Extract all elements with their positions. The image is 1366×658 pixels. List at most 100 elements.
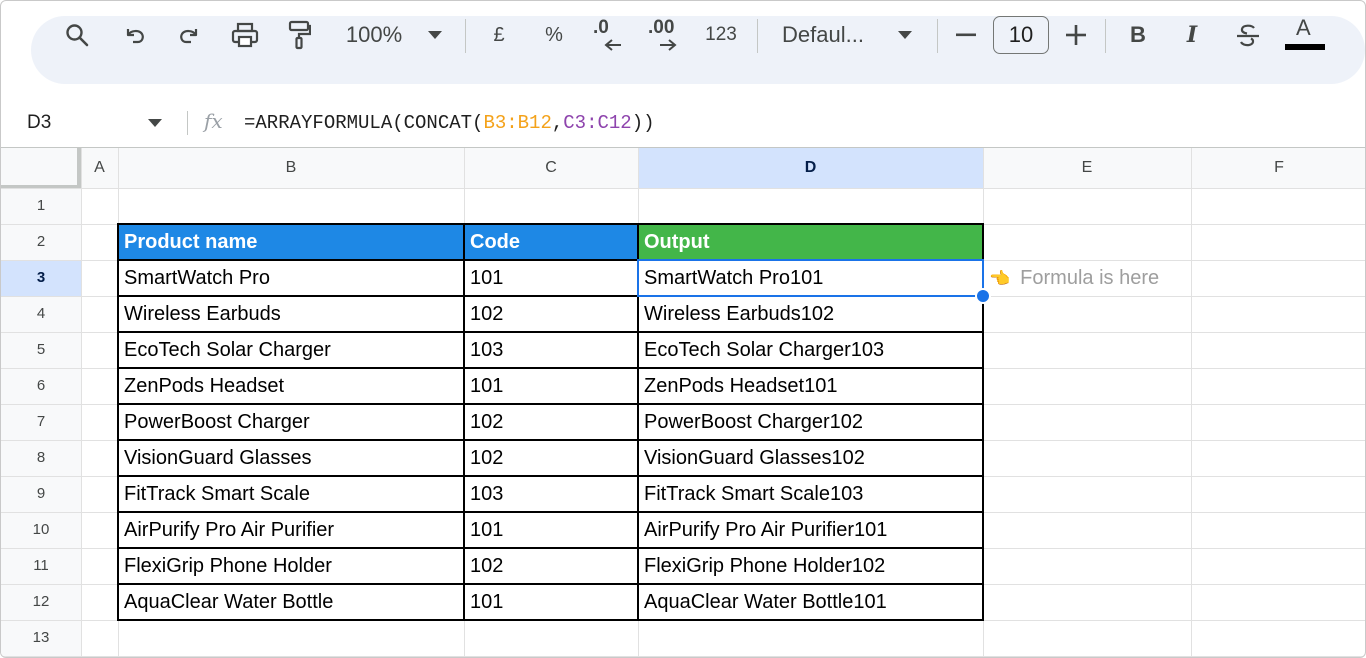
table-cell-output[interactable]: VisionGuard Glasses102 [638,440,983,476]
redo-icon[interactable] [173,1,205,69]
table-cell-code[interactable]: 103 [464,332,638,368]
table-cell-code[interactable]: 102 [464,296,638,332]
row-header-6[interactable]: 6 [1,368,81,404]
table-border-horizontal [117,619,984,621]
table-header-output[interactable]: Output [638,224,983,260]
table-cell-output[interactable]: EcoTech Solar Charger103 [638,332,983,368]
increase-decimals-label: .00 [648,17,675,38]
row-header-11[interactable]: 11 [1,548,81,584]
table-border-horizontal [117,223,984,225]
arrow-right-icon [660,39,677,51]
chevron-down-icon[interactable] [895,1,915,69]
table-border-horizontal [117,475,984,477]
table-cell-product[interactable]: EcoTech Solar Charger [118,332,464,368]
font-size-input[interactable]: 10 [993,16,1049,54]
table-border-horizontal [117,403,984,405]
gridline-horizontal [1,656,1365,657]
plus-icon[interactable] [1064,1,1088,69]
row-header-2[interactable]: 2 [1,224,81,260]
row-header-5[interactable]: 5 [1,332,81,368]
table-cell-product[interactable]: AquaClear Water Bottle [118,584,464,620]
row-header-12[interactable]: 12 [1,584,81,620]
table-cell-output[interactable]: ZenPods Headset101 [638,368,983,404]
chevron-down-icon[interactable] [425,1,445,69]
name-box[interactable]: D3 [27,99,51,147]
print-icon[interactable] [228,1,262,69]
bold-button[interactable]: B [1125,1,1151,69]
table-cell-product[interactable]: ZenPods Headset [118,368,464,404]
row-header-13[interactable]: 13 [1,620,81,656]
formula-input[interactable]: =ARRAYFORMULA(CONCAT(B3:B12,C3:C12)) [244,99,655,147]
table-cell-product[interactable]: Wireless Earbuds [118,296,464,332]
table-border-vertical [117,223,119,621]
strikethrough-icon[interactable] [1233,1,1263,69]
table-cell-output[interactable]: FitTrack Smart Scale103 [638,476,983,512]
row-header-9[interactable]: 9 [1,476,81,512]
table-cell-output[interactable]: AquaClear Water Bottle101 [638,584,983,620]
percent-label: % [545,23,563,46]
table-header-code[interactable]: Code [464,224,638,260]
table-cell-product[interactable]: SmartWatch Pro [118,260,464,296]
column-header-a[interactable]: A [81,148,118,188]
table-cell-output[interactable]: Wireless Earbuds102 [638,296,983,332]
row-header-1[interactable]: 1 [1,188,81,224]
zoom-select[interactable]: 100% [341,1,407,69]
table-border-horizontal [117,547,984,549]
select-all-corner[interactable] [1,148,81,188]
search-icon[interactable] [61,1,93,69]
table-cell-output[interactable]: AirPurify Pro Air Purifier101 [638,512,983,548]
table-border-horizontal [117,331,984,333]
undo-icon[interactable] [119,1,151,69]
table-cell-code[interactable]: 101 [464,260,638,296]
table-border-horizontal [117,439,984,441]
minus-icon[interactable] [954,1,978,69]
table-cell-product[interactable]: PowerBoost Charger [118,404,464,440]
italic-button[interactable]: I [1179,1,1205,69]
table-cell-code[interactable]: 103 [464,476,638,512]
table-border-vertical [463,223,465,621]
table-cell-code[interactable]: 101 [464,584,638,620]
table-cell-code[interactable]: 102 [464,440,638,476]
row-header-10[interactable]: 10 [1,512,81,548]
table-cell-product[interactable]: FlexiGrip Phone Holder [118,548,464,584]
more-formats-label: 123 [705,24,737,45]
table-cell-product[interactable]: VisionGuard Glasses [118,440,464,476]
table-cell-code[interactable]: 101 [464,368,638,404]
gridline-vertical [1191,148,1192,657]
increase-decimals-button[interactable]: .00 [646,1,684,69]
column-header-c[interactable]: C [464,148,638,188]
currency-label: £ [493,23,505,46]
table-header-product[interactable]: Product name [118,224,464,260]
formula-ref-1: B3:B12 [483,112,552,134]
bold-label: B [1130,22,1146,47]
more-formats-button[interactable]: 123 [703,1,739,69]
table-cell-output[interactable]: FlexiGrip Phone Holder102 [638,548,983,584]
formula-comma: , [551,112,564,134]
italic-label: I [1186,22,1198,48]
table-cell-code[interactable]: 102 [464,548,638,584]
row-header-8[interactable]: 8 [1,440,81,476]
row-header-7[interactable]: 7 [1,404,81,440]
percent-button[interactable]: % [541,1,567,69]
column-header-f[interactable]: F [1191,148,1365,188]
column-header-b[interactable]: B [118,148,464,188]
table-cell-output[interactable]: PowerBoost Charger102 [638,404,983,440]
chevron-down-icon[interactable] [148,119,162,127]
currency-button[interactable]: £ [487,1,511,69]
table-cell-product[interactable]: FitTrack Smart Scale [118,476,464,512]
column-header-d[interactable]: D [638,148,983,188]
font-select[interactable]: Defaul... [782,1,878,69]
sheet-grid[interactable]: A B C D E F 1 2 3 4 5 6 7 8 9 10 11 12 13 Product name Code O… [1,148,1365,657]
table-cell-code[interactable]: 101 [464,512,638,548]
text-color-label: A [1296,15,1311,40]
decrease-decimals-button[interactable]: .0 [591,1,625,69]
formula-annotation: 👈 Formula is here [989,260,1159,296]
row-header-4[interactable]: 4 [1,296,81,332]
formula-prefix: =ARRAYFORMULA(CONCAT( [244,112,484,134]
row-header-3[interactable]: 3 [1,260,81,296]
text-color-icon[interactable]: A [1285,1,1325,69]
paint-format-icon[interactable] [283,1,315,69]
table-cell-product[interactable]: AirPurify Pro Air Purifier [118,512,464,548]
column-header-e[interactable]: E [983,148,1191,188]
table-cell-code[interactable]: 102 [464,404,638,440]
